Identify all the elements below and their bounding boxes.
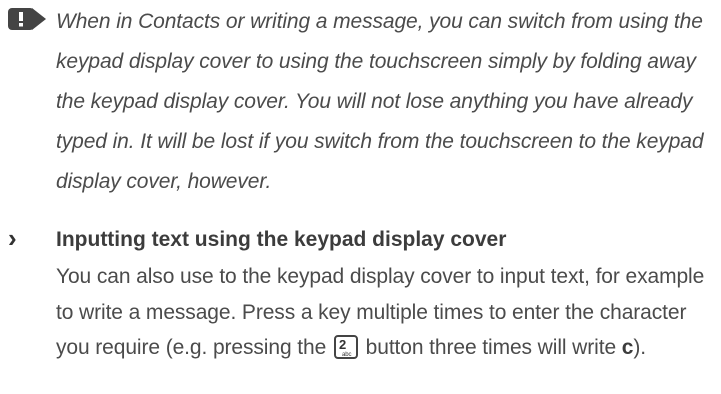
body-text-end: ).	[633, 336, 647, 359]
key-2-abc-icon: 2abc	[333, 335, 358, 359]
section-body: You can also use to the keypad display c…	[56, 259, 720, 366]
section-title: Inputting text using the keypad display …	[56, 228, 507, 251]
key-letters: abc	[342, 352, 351, 358]
bullet-chevron-icon: ›	[8, 223, 17, 253]
body-text-part2: button three times will write	[365, 336, 617, 359]
exclamation-note-icon	[8, 8, 46, 30]
body-bold-char: c	[621, 336, 634, 359]
key-digit: 2	[339, 337, 346, 352]
note-text: When in Contacts or writing a message, y…	[56, 10, 704, 193]
